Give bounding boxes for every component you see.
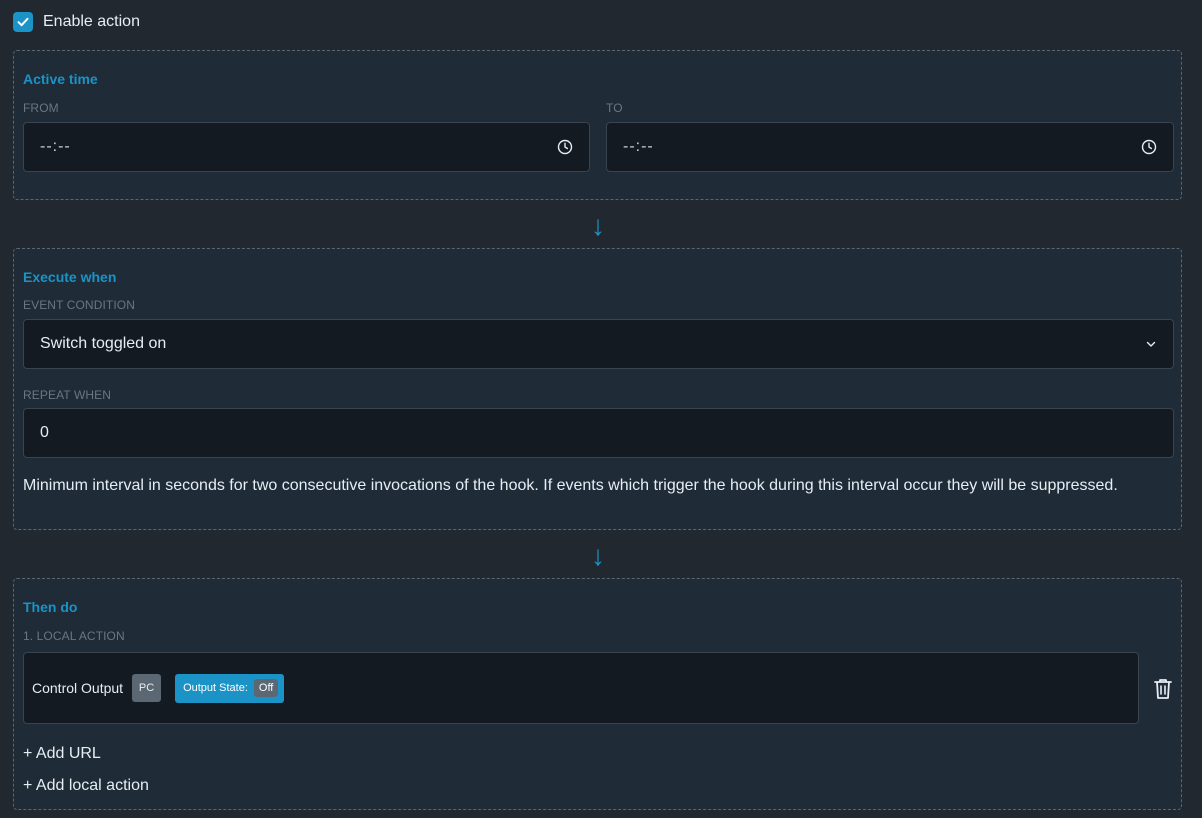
output-state-label: Output State: xyxy=(183,682,248,694)
event-condition-select[interactable]: Switch toggled on xyxy=(23,319,1174,369)
to-time-input[interactable]: --:-- xyxy=(606,122,1174,172)
to-label: TO xyxy=(606,101,623,115)
arrow-down-icon: ↓ xyxy=(591,210,605,241)
output-state-badge: Output State: Off xyxy=(175,673,285,703)
clock-icon[interactable] xyxy=(1141,139,1157,155)
active-time-title: Active time xyxy=(23,71,98,87)
output-state-value: Off xyxy=(253,679,279,697)
from-time-value: --:-- xyxy=(40,138,71,155)
chevron-down-icon xyxy=(1146,341,1156,347)
repeat-when-value: 0 xyxy=(40,424,49,441)
repeat-when-input[interactable]: 0 xyxy=(23,408,1174,458)
arrow-down-icon: ↓ xyxy=(591,540,605,571)
from-label: FROM xyxy=(23,101,59,115)
local-action-label: 1. LOCAL ACTION xyxy=(23,629,125,643)
enable-action-label: Enable action xyxy=(43,13,140,30)
add-local-action-link[interactable]: + Add local action xyxy=(23,777,149,795)
add-url-link[interactable]: + Add URL xyxy=(23,745,101,763)
event-condition-value: Switch toggled on xyxy=(40,335,167,352)
trash-icon[interactable] xyxy=(1152,677,1174,701)
repeat-help-text: Minimum interval in seconds for two cons… xyxy=(23,477,1118,494)
local-action-item[interactable]: Control Output PC Output State: Off xyxy=(23,652,1139,724)
enable-action-row[interactable]: Enable action xyxy=(13,12,140,32)
action-name: Control Output xyxy=(32,680,124,696)
execute-when-section: Execute when EVENT CONDITION Switch togg… xyxy=(13,248,1182,530)
event-condition-label: EVENT CONDITION xyxy=(23,298,135,312)
active-time-section: Active time FROM --:-- TO --:-- xyxy=(13,50,1182,200)
then-do-section: Then do 1. LOCAL ACTION Control Output P… xyxy=(13,578,1182,810)
from-time-input[interactable]: --:-- xyxy=(23,122,590,172)
check-icon xyxy=(17,17,29,27)
to-time-value: --:-- xyxy=(623,138,654,155)
clock-icon[interactable] xyxy=(557,139,573,155)
pc-badge: PC xyxy=(132,674,162,702)
then-do-title: Then do xyxy=(23,599,78,615)
repeat-when-label: REPEAT WHEN xyxy=(23,388,112,402)
execute-when-title: Execute when xyxy=(23,269,117,285)
enable-action-checkbox[interactable] xyxy=(13,12,33,32)
